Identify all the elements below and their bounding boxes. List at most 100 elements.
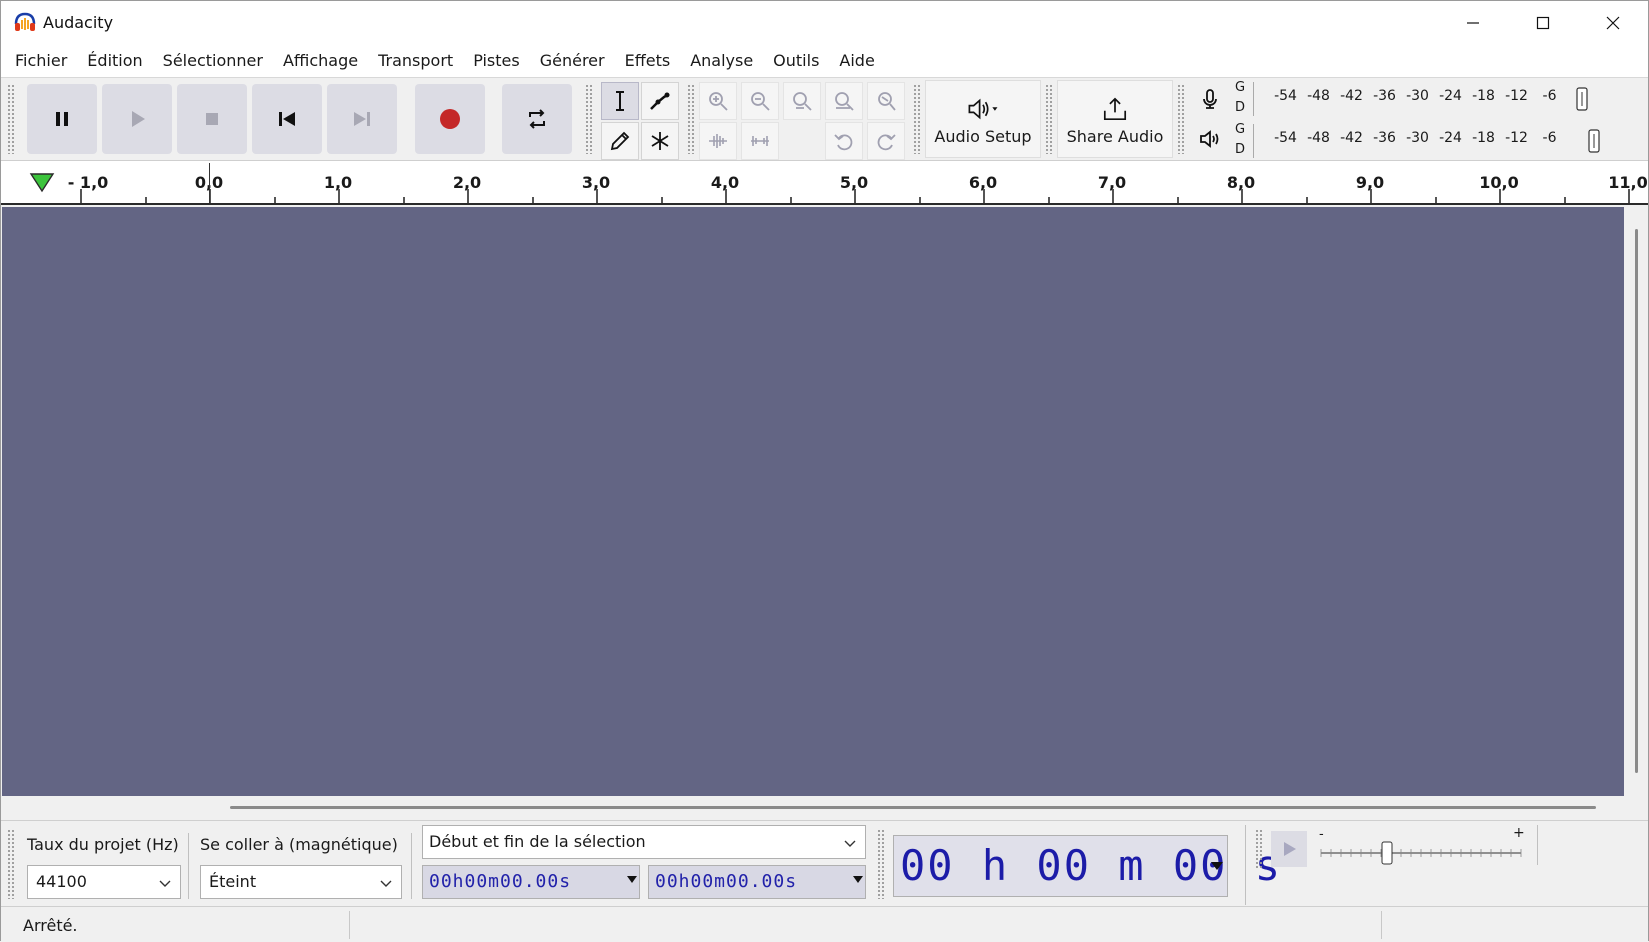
ruler-minor-tick xyxy=(1176,197,1179,203)
pencil-icon xyxy=(610,131,630,151)
record-meter-scale: -54 -48 -42 -36 -30 -24 -18 -12 -6 xyxy=(1269,88,1566,104)
zoom-in-icon xyxy=(709,92,728,111)
status-divider xyxy=(1381,911,1382,939)
trim-audio-button[interactable] xyxy=(699,122,737,160)
meter-tick: -54 xyxy=(1274,130,1297,146)
selection-end-time[interactable]: 00h00m00.00s xyxy=(648,865,866,899)
ruler-major-tick xyxy=(467,189,469,203)
i-beam-icon xyxy=(616,91,624,111)
project-rate-value: 44100 xyxy=(36,872,87,891)
meter-grip[interactable] xyxy=(1177,84,1185,154)
share-grip[interactable] xyxy=(1045,84,1053,154)
vertical-scrollbar[interactable] xyxy=(1626,207,1648,796)
menu-outils[interactable]: Outils xyxy=(763,45,829,77)
close-button[interactable] xyxy=(1578,1,1648,45)
meter-tick: -6 xyxy=(1542,130,1557,146)
ruler-minor-tick xyxy=(1047,197,1050,203)
project-rate-select[interactable]: 44100 xyxy=(27,865,181,899)
selection-grip[interactable] xyxy=(7,829,15,899)
pause-icon xyxy=(56,112,68,126)
timeline-ruler[interactable]: - 1,0 0,0 1,0 2,0 3,0 4,0 5,0 6,0 7,0 8,0 9,0 10,0 1… xyxy=(1,161,1648,205)
menu-generer[interactable]: Générer xyxy=(530,45,615,77)
fit-selection-button[interactable] xyxy=(783,82,821,120)
ruler-minor-tick xyxy=(918,197,921,203)
redo-button[interactable] xyxy=(867,122,905,160)
dropdown-arrow-icon[interactable] xyxy=(1211,860,1223,872)
menu-fichier[interactable]: Fichier xyxy=(5,45,77,77)
audio-position-value: 00 h 00 m 00 s xyxy=(900,841,1283,890)
fit-project-button[interactable] xyxy=(825,82,863,120)
zoom-out-button[interactable] xyxy=(741,82,779,120)
menu-analyse[interactable]: Analyse xyxy=(680,45,763,77)
menu-edition[interactable]: Édition xyxy=(77,45,152,77)
minimize-button[interactable] xyxy=(1438,1,1508,45)
menu-transport[interactable]: Transport xyxy=(368,45,463,77)
playback-speed-slider[interactable] xyxy=(1317,833,1525,867)
play-at-speed-grip[interactable] xyxy=(1255,829,1263,869)
undo-button[interactable] xyxy=(825,122,863,160)
selection-mode-value: Début et fin de la sélection xyxy=(429,832,646,851)
ruler-minor-tick xyxy=(660,197,663,203)
audio-setup-grip[interactable] xyxy=(913,84,921,154)
envelope-tool[interactable] xyxy=(641,82,679,120)
loop-button[interactable] xyxy=(502,84,572,154)
play-button[interactable] xyxy=(102,84,172,154)
zoom-fit-icon xyxy=(835,92,854,111)
record-meter-slider-thumb[interactable] xyxy=(1573,86,1591,112)
speed-slider-thumb[interactable] xyxy=(1381,841,1393,865)
ruler-label: - 1,0 xyxy=(67,173,109,192)
horizontal-scrollbar[interactable] xyxy=(2,796,1648,820)
selection-mode-select[interactable]: Début et fin de la sélection xyxy=(422,825,866,859)
menu-affichage[interactable]: Affichage xyxy=(273,45,368,77)
play-meter-slider-thumb[interactable] xyxy=(1585,128,1603,154)
audio-position-display[interactable]: 00 h 00 m 00 s xyxy=(893,835,1280,897)
draw-tool[interactable] xyxy=(601,122,639,160)
meter-tick: -18 xyxy=(1472,88,1495,104)
skip-to-start-button[interactable] xyxy=(252,84,322,154)
stop-button[interactable] xyxy=(177,84,247,154)
zoom-toggle-icon xyxy=(878,92,896,111)
skip-to-end-button[interactable] xyxy=(327,84,397,154)
record-button[interactable] xyxy=(415,84,485,154)
meter-tick: -30 xyxy=(1406,130,1429,146)
audio-setup-button[interactable]: Audio Setup xyxy=(925,80,1041,158)
tools-grip[interactable] xyxy=(585,84,593,154)
selection-start-time[interactable]: 00h00m00.00s xyxy=(422,865,640,899)
zoom-selection-icon xyxy=(793,92,812,111)
meter-tick: -18 xyxy=(1472,130,1495,146)
ruler-major-tick xyxy=(983,189,985,203)
zoom-in-button[interactable] xyxy=(699,82,737,120)
track-area[interactable] xyxy=(2,207,1624,796)
toolbar-grip[interactable] xyxy=(7,84,15,154)
silence-icon xyxy=(751,136,769,146)
maximize-button[interactable] xyxy=(1508,1,1578,45)
vertical-scrollbar-thumb[interactable] xyxy=(1635,229,1638,773)
menu-aide[interactable]: Aide xyxy=(829,45,884,77)
silence-audio-button[interactable] xyxy=(741,122,779,160)
menu-pistes[interactable]: Pistes xyxy=(463,45,530,77)
ruler-major-tick xyxy=(1112,189,1114,203)
horizontal-scrollbar-thumb[interactable] xyxy=(230,806,1596,809)
edit-grip[interactable] xyxy=(687,84,695,154)
time-grip[interactable] xyxy=(877,829,885,899)
audacity-logo-icon xyxy=(14,12,36,31)
play-at-speed-button[interactable] xyxy=(1271,831,1307,867)
play-head-triangle-icon[interactable] xyxy=(29,171,55,193)
pause-button[interactable] xyxy=(27,84,97,154)
snap-to-select[interactable]: Éteint xyxy=(200,865,402,899)
window-title: Audacity xyxy=(43,13,114,32)
meter-tick: -54 xyxy=(1274,88,1297,104)
record-meter-left-label: G xyxy=(1235,80,1246,95)
dropdown-arrow-icon[interactable] xyxy=(627,874,637,884)
share-audio-button[interactable]: Share Audio xyxy=(1057,80,1173,158)
ruler-major-tick xyxy=(1628,189,1630,203)
ruler-minor-tick xyxy=(531,197,534,203)
multi-tool[interactable] xyxy=(641,122,679,160)
record-meter-button[interactable] xyxy=(1191,80,1229,118)
menu-effets[interactable]: Effets xyxy=(615,45,681,77)
menu-selectionner[interactable]: Sélectionner xyxy=(153,45,273,77)
selection-tool[interactable] xyxy=(601,82,639,120)
play-meter-button[interactable] xyxy=(1191,120,1229,158)
zoom-toggle-button[interactable] xyxy=(867,82,905,120)
dropdown-arrow-icon[interactable] xyxy=(853,874,863,884)
